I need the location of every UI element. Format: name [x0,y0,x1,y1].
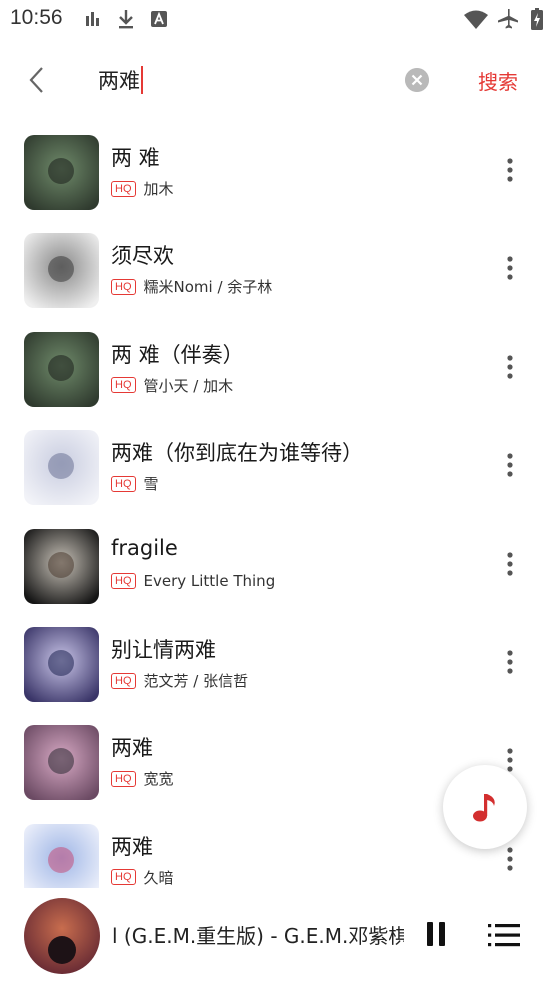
status-bar: 10:56 [0,0,553,40]
more-options-icon[interactable] [498,156,522,184]
more-options-icon[interactable] [498,254,522,282]
song-meta: HQ 宽宽 [111,768,174,789]
music-fab-button[interactable] [443,765,527,849]
song-artist: 范文芳 / 张信哲 [143,672,249,690]
song-row[interactable]: 须尽欢 HQ 糯米Nomi / 余子林 [0,218,553,316]
hq-badge: HQ [111,869,136,886]
song-title: fragile [111,535,178,560]
wifi-icon [464,10,488,29]
song-title: 两 难 [111,146,160,170]
song-artist: 加木 [143,180,174,198]
song-artist: 宽宽 [143,770,174,789]
search-input[interactable]: 两难 [98,64,143,96]
song-meta: HQ Every Little Thing [111,572,275,590]
album-cover [24,233,99,309]
hq-badge: HQ [111,377,136,394]
hq-badge: HQ [111,572,136,589]
back-arrow-icon[interactable] [22,62,54,98]
song-meta: HQ 久暗 [111,867,174,888]
battery-charging-icon [531,8,543,30]
more-options-icon[interactable] [498,550,522,578]
song-title: 别让情两难 [111,638,216,662]
album-cover [24,528,99,604]
more-options-icon[interactable] [498,845,522,873]
hq-badge: HQ [111,770,136,787]
text-caret [141,66,143,94]
music-note-icon [473,794,495,822]
hq-badge: HQ [111,672,136,689]
search-query: 两难 [98,69,140,93]
song-meta: HQ 糯米Nomi / 余子林 [111,276,272,297]
download-icon [119,10,133,29]
song-row[interactable]: 两 难（伴奏） HQ 管小天 / 加木 [0,317,553,415]
song-title: 两难 [111,834,153,859]
more-options-icon[interactable] [498,451,522,479]
hq-badge: HQ [111,475,136,492]
now-playing-title: l (G.E.M.重生版) - G.E.M.邓紫棋 [112,924,404,948]
pause-icon[interactable] [424,920,448,948]
song-artist: 糯米Nomi / 余子林 [143,278,273,297]
song-title: 两 难（伴奏） [111,342,244,367]
album-cover [24,331,99,407]
more-options-icon[interactable] [498,353,522,381]
song-row[interactable]: 别让情两难 HQ 范文芳 / 张信哲 [0,612,553,710]
more-options-icon[interactable] [498,648,522,676]
song-artist: 雪 [143,475,159,494]
song-title: 须尽欢 [111,244,174,269]
song-row[interactable]: 两 难 HQ 加木 [0,120,553,218]
song-meta: HQ 加木 [111,178,174,199]
playlist-icon[interactable] [488,922,520,948]
song-meta: HQ 雪 [111,473,159,494]
song-artist: Every Little Thing [143,571,276,590]
album-cover [24,627,99,702]
status-time: 10:56 [10,6,63,29]
mini-player[interactable]: l (G.E.M.重生版) - G.E.M.邓紫棋 [0,888,553,983]
a-badge-icon [151,11,167,27]
song-row[interactable]: fragile HQ Every Little Thing [0,514,553,612]
album-cover [24,430,99,506]
song-row[interactable]: 两难（你到底在为谁等待） HQ 雪 [0,415,553,513]
song-artist: 久暗 [143,868,174,887]
clear-search-icon[interactable] [405,68,429,92]
hq-badge: HQ [111,180,136,197]
song-artist: 管小天 / 加木 [143,376,234,395]
now-playing-cover[interactable] [24,898,100,974]
album-cover [24,135,99,210]
hq-badge: HQ [111,278,136,295]
song-title: 两难 [111,736,153,761]
song-meta: HQ 管小天 / 加木 [111,375,233,396]
airplane-icon [498,9,518,29]
search-button[interactable]: 搜索 [478,66,518,95]
song-meta: HQ 范文芳 / 张信哲 [111,670,248,691]
signal-bars-icon [86,12,99,26]
album-cover [24,725,99,801]
song-title: 两难（你到底在为谁等待） [111,441,363,466]
search-header: 两难 搜索 [0,40,553,120]
